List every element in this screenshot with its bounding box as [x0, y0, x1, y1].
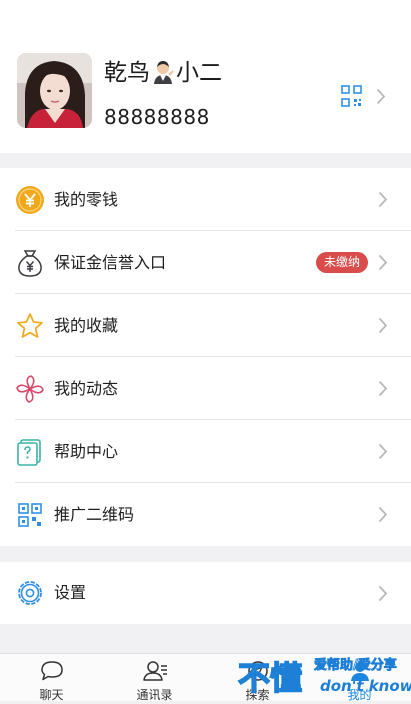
chevron-right-icon — [378, 191, 388, 208]
watermark-logo: 不懂 爱帮助/爱分享 don't know — [236, 651, 411, 700]
status-badge-unpaid: 未缴纳 — [315, 252, 368, 273]
menu-item-deposit[interactable]: 保证金信誉入口 未缴纳 — [0, 231, 411, 294]
watermark-en-text: don't know — [320, 677, 411, 695]
contacts-icon — [142, 661, 167, 681]
watermark-main-text: 不懂 — [238, 659, 302, 697]
chevron-right-icon — [378, 585, 388, 602]
gear-icon — [18, 581, 42, 605]
menu-item-help[interactable]: 帮助中心 — [0, 420, 411, 483]
qr-code-icon — [18, 503, 42, 527]
chat-bubble-icon — [40, 661, 63, 681]
tab-contacts[interactable]: 通讯录 — [103, 654, 206, 702]
menu-item-favorites[interactable]: 我的收藏 — [0, 294, 411, 357]
account-id: 88888888 — [104, 105, 210, 129]
menu-label-help: 帮助中心 — [54, 442, 119, 461]
money-bag-icon — [18, 250, 42, 277]
profile-name-part1: 乾鸟 — [104, 60, 150, 86]
menu-item-moments[interactable]: 我的动态 — [0, 357, 411, 420]
profile-name: 乾鸟 小二 — [104, 56, 222, 94]
menu-item-settings[interactable]: 设置 — [0, 562, 411, 624]
star-icon — [17, 313, 43, 338]
menu-label-wallet: 我的零钱 — [54, 190, 119, 209]
pinwheel-icon — [16, 375, 44, 403]
menu-group-main: 我的零钱 保证金信誉入口 未缴纳 我的收藏 我的动态 帮助中心 推广二维码 — [0, 168, 411, 546]
tab-label-chat: 聊天 — [39, 688, 64, 702]
chevron-right-icon — [376, 88, 386, 105]
coin-icon — [16, 186, 44, 214]
chevron-right-icon — [378, 317, 388, 334]
menu-item-wallet[interactable]: 我的零钱 — [0, 168, 411, 231]
menu-label-favorites: 我的收藏 — [54, 316, 119, 335]
watermark-sub-text: 爱帮助/爱分享 — [314, 657, 397, 673]
my-qr-code-button[interactable] — [338, 84, 396, 112]
tab-chat[interactable]: 聊天 — [0, 654, 103, 702]
profile-name-part2: 小二 — [176, 60, 222, 86]
chevron-right-icon — [378, 254, 388, 271]
menu-label-settings: 设置 — [54, 583, 87, 602]
menu-item-promo-qr[interactable]: 推广二维码 — [0, 483, 411, 546]
menu-label-promo-qr: 推广二维码 — [54, 505, 135, 524]
avatar[interactable] — [17, 53, 92, 128]
person-emoji-icon — [151, 58, 175, 94]
profile-header[interactable]: 乾鸟 小二 88888888 — [0, 0, 411, 153]
chevron-right-icon — [378, 506, 388, 523]
qr-code-icon — [341, 85, 362, 107]
menu-label-moments: 我的动态 — [54, 379, 119, 398]
menu-label-deposit: 保证金信誉入口 — [54, 253, 167, 272]
chevron-right-icon — [378, 443, 388, 460]
chevron-right-icon — [378, 380, 388, 397]
menu-group-settings: 设置 — [0, 562, 411, 624]
help-book-icon — [17, 439, 41, 466]
tab-label-contacts: 通讯录 — [136, 688, 173, 702]
